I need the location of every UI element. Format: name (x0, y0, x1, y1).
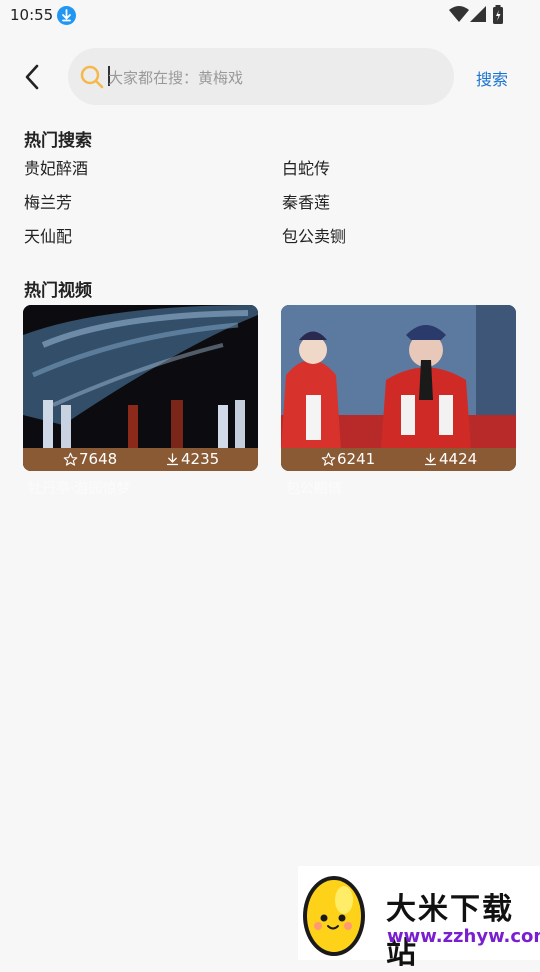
likes-count: 7648 (63, 450, 117, 468)
status-bar: 10:55 (0, 0, 540, 32)
video-stats-bar: 7648 4235 (23, 448, 258, 471)
hot-search-item[interactable]: 白蛇传 (282, 155, 330, 179)
rice-mascot-logo (303, 876, 365, 956)
star-icon (63, 452, 78, 466)
battery-icon (492, 5, 504, 28)
wifi-icon (449, 6, 469, 26)
star-icon (321, 452, 336, 466)
video-thumbnail (23, 305, 258, 471)
chevron-left-icon (25, 64, 39, 90)
downloads-value: 4424 (439, 450, 478, 468)
downloads-count: 4235 (165, 450, 219, 468)
site-watermark: 大米下载站 www.zzhyw.com (298, 866, 540, 971)
hot-search-item[interactable]: 包公卖铡 (282, 223, 346, 247)
search-input[interactable]: 大家都在搜：黄梅戏 (68, 48, 454, 105)
back-button[interactable] (18, 62, 48, 92)
likes-value: 7648 (79, 450, 118, 468)
hot-search-item[interactable]: 天仙配 (24, 223, 72, 247)
download-icon (424, 452, 437, 465)
downloads-count: 4424 (423, 450, 477, 468)
downloads-value: 4235 (181, 450, 220, 468)
video-thumbnail (281, 305, 516, 471)
video-stats-bar: 6241 4424 (281, 448, 516, 471)
hot-videos-title: 热门视频 (24, 281, 92, 301)
video-card[interactable]: 6241 4424 (281, 305, 516, 471)
video-title[interactable]: 包公赔情 (286, 478, 342, 498)
hot-search-item[interactable]: 秦香莲 (282, 189, 330, 213)
status-time: 10:55 (10, 6, 54, 24)
search-icon (80, 65, 104, 89)
video-card[interactable]: 7648 4235 (23, 305, 258, 471)
download-notification-icon (57, 6, 76, 25)
signal-icon (470, 6, 486, 26)
hot-search-item[interactable]: 梅兰芳 (24, 189, 72, 213)
hot-search-item[interactable]: 贵妃醉酒 (24, 155, 88, 179)
video-title[interactable]: 牡丹亭·游园惊梦 (28, 478, 130, 498)
search-placeholder: 大家都在搜：黄梅戏 (108, 69, 244, 87)
watermark-url: www.zzhyw.com (387, 926, 540, 947)
likes-value: 6241 (337, 450, 376, 468)
hot-search-title: 热门搜索 (24, 131, 92, 151)
likes-count: 6241 (321, 450, 375, 468)
download-icon (166, 452, 179, 465)
search-button[interactable]: 搜索 (476, 66, 508, 90)
